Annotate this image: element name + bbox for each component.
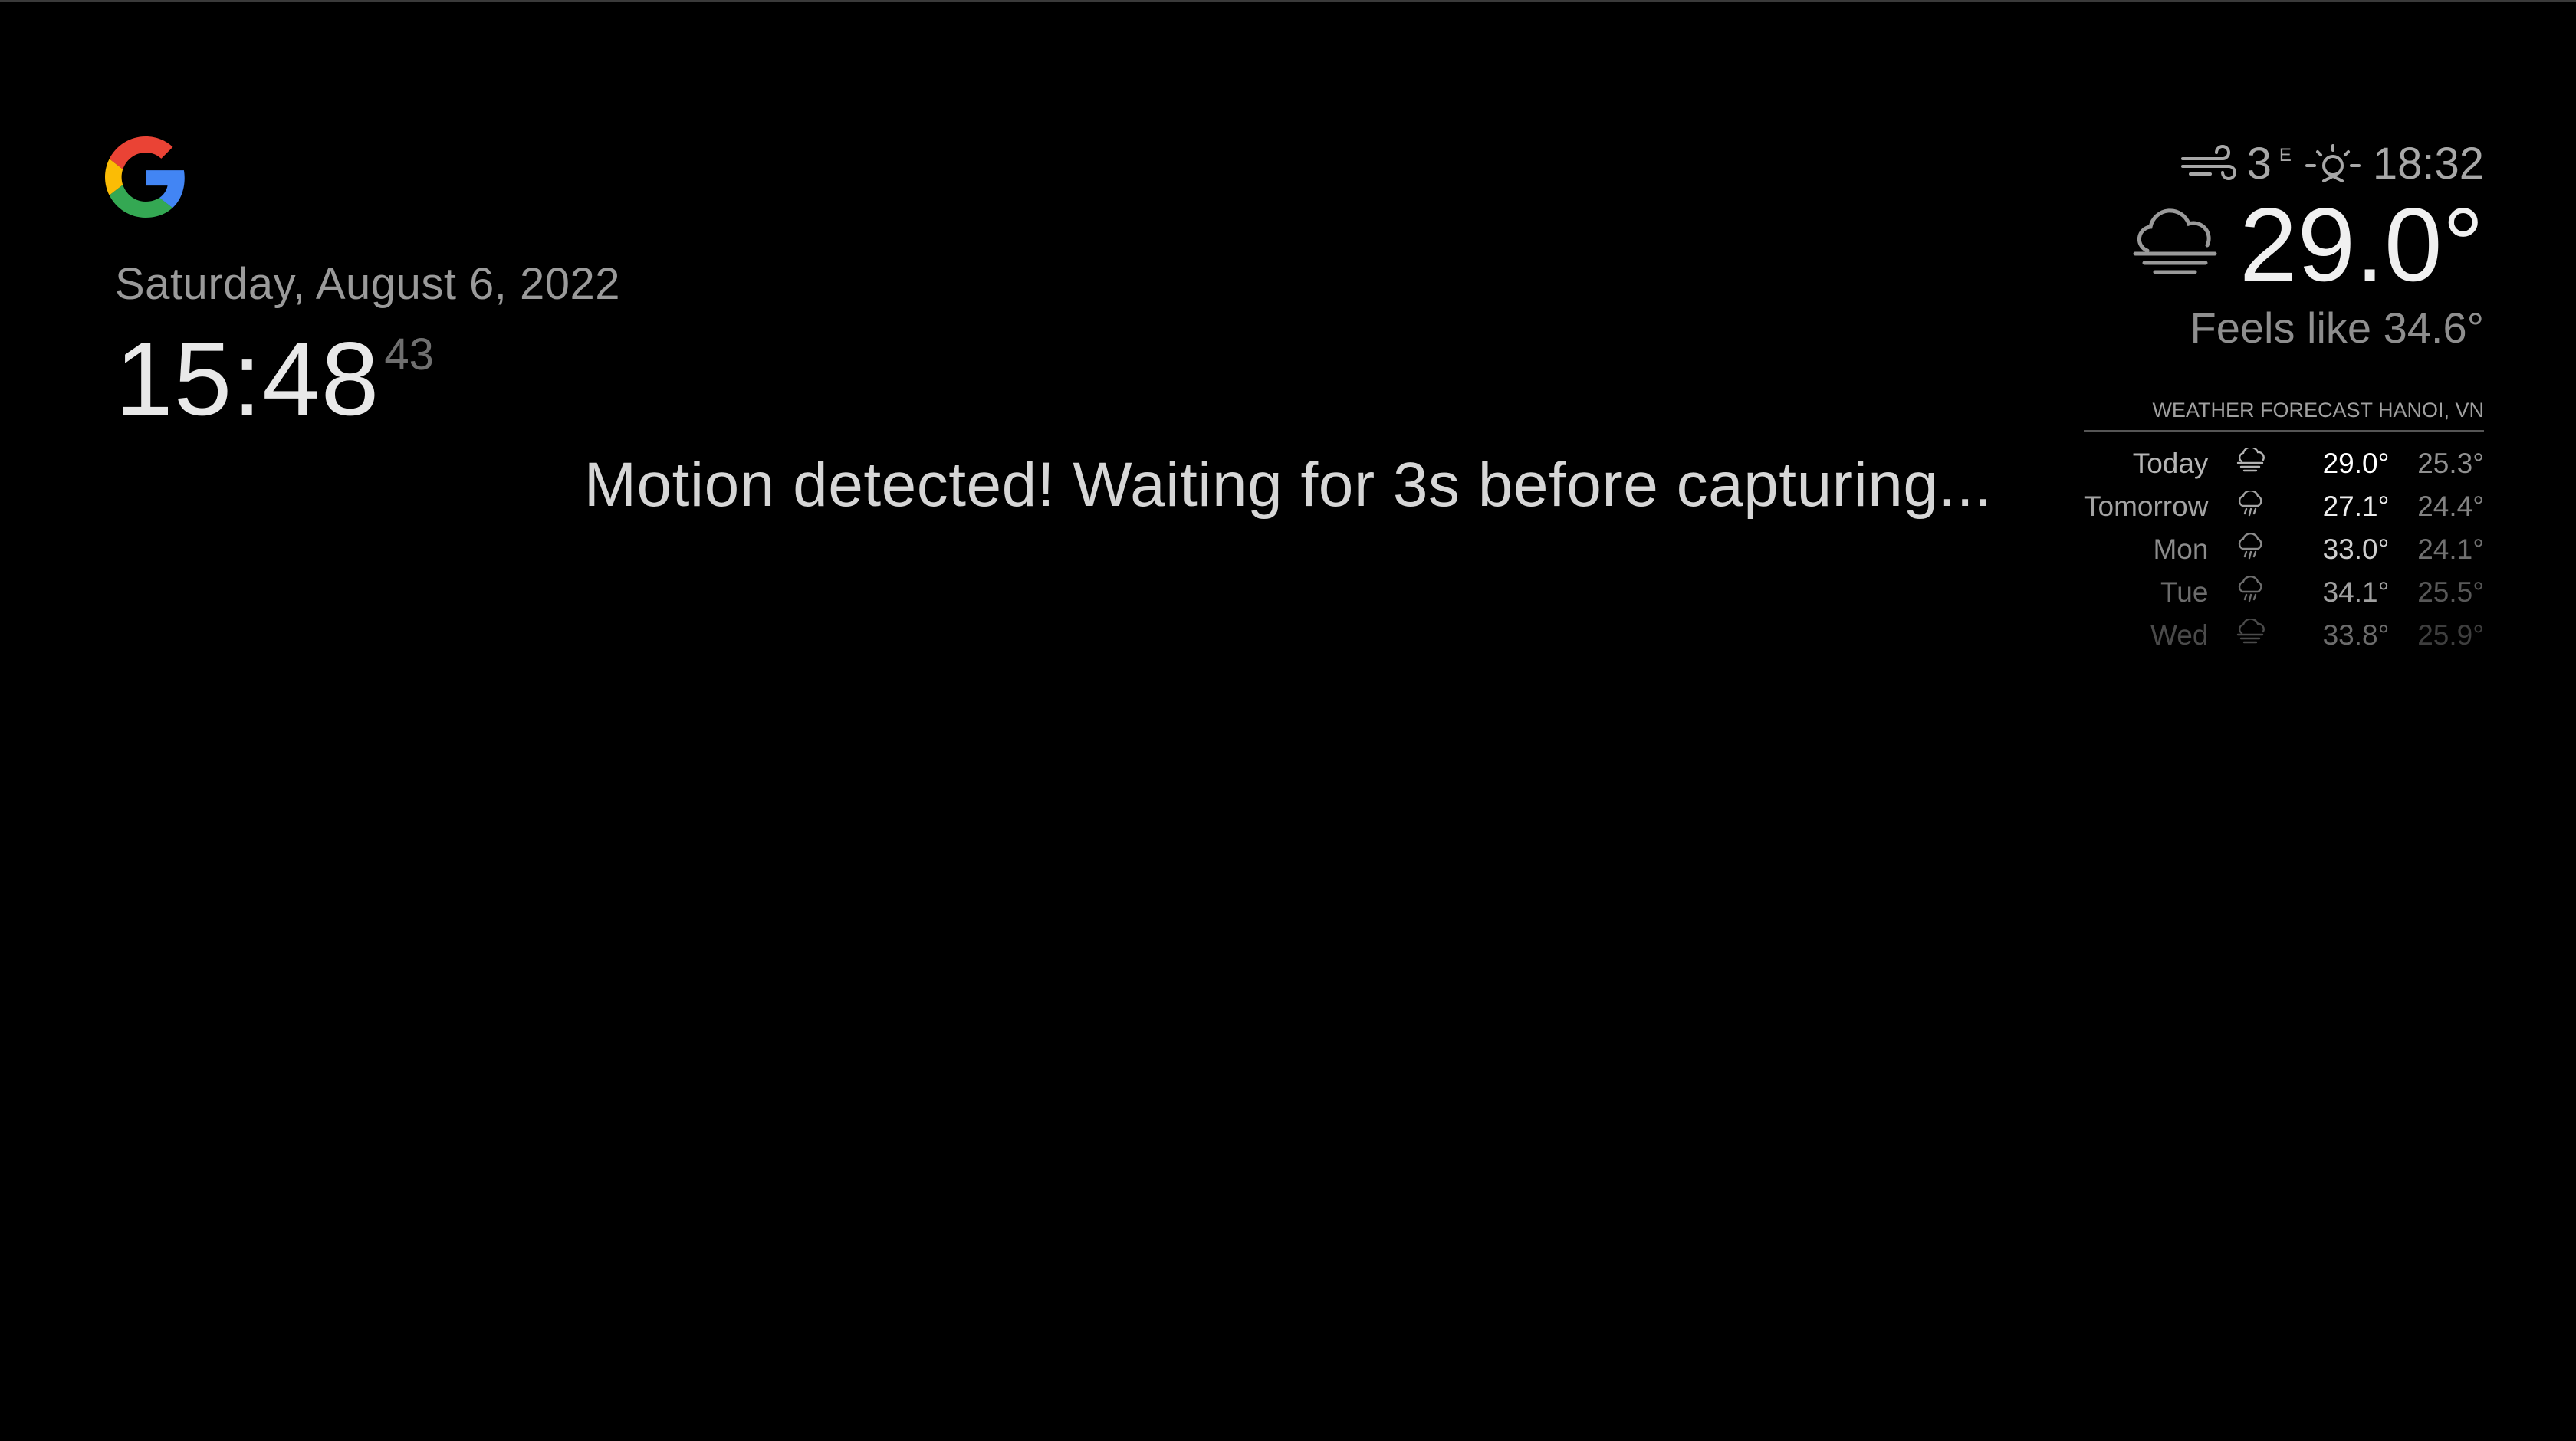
forecast-row: Today 29.0° 25.3° (2084, 442, 2484, 485)
wind-speed: 3 (2246, 139, 2272, 189)
rain-icon (2208, 485, 2292, 528)
forecast-row: Wed 33.8° 25.9° (2084, 614, 2484, 657)
forecast-min-temp: 25.5° (2417, 576, 2484, 608)
forecast-day: Mon (2153, 533, 2209, 565)
feels-like-text: Feels like 34.6° (2190, 304, 2484, 352)
forecast-row: Tue 34.1° 25.5° (2084, 571, 2484, 614)
forecast-max-temp: 33.0° (2322, 533, 2390, 565)
rain-icon (2208, 528, 2292, 571)
top-border (0, 0, 2576, 2)
forecast-day: Today (2132, 448, 2209, 479)
wind-icon (2180, 144, 2241, 183)
forecast-max-temp: 27.1° (2322, 491, 2390, 522)
forecast-min-temp: 25.3° (2417, 448, 2484, 479)
forecast-row: Tomorrow 27.1° 24.4° (2084, 485, 2484, 528)
rain-icon (2208, 571, 2292, 614)
temperature-row: 29.0° (2124, 192, 2484, 297)
cloudy-fog-icon (2208, 442, 2292, 485)
forecast-day: Tomorrow (2084, 491, 2209, 522)
clock-widget: Saturday, August 6, 2022 15:48 43 (115, 259, 621, 432)
forecast-max-temp: 34.1° (2322, 576, 2390, 608)
forecast-max-temp: 29.0° (2322, 448, 2390, 479)
sunset-time: 18:32 (2372, 139, 2484, 189)
time-hours-minutes: 15:48 (115, 320, 380, 437)
forecast-min-temp: 25.9° (2417, 619, 2484, 651)
forecast-min-temp: 24.1° (2417, 533, 2484, 565)
sunset-icon (2302, 141, 2364, 187)
forecast-row: Mon 33.0° 24.1° (2084, 528, 2484, 571)
current-temperature: 29.0° (2239, 186, 2484, 303)
forecast-day: Tue (2160, 576, 2209, 608)
forecast-day: Wed (2150, 619, 2209, 651)
cloudy-fog-icon (2208, 614, 2292, 657)
weather-details-row: 3 E 18:32 (2124, 138, 2484, 189)
weather-forecast-widget: WEATHER FORECAST HANOI, VN Today 29.0° 2… (2084, 399, 2484, 657)
forecast-header: WEATHER FORECAST HANOI, VN (2084, 399, 2484, 432)
time-seconds: 43 (384, 330, 434, 379)
google-logo-icon (105, 136, 186, 218)
forecast-table: Today 29.0° 25.3° Tomorrow 27.1° 24.4° M… (2084, 442, 2484, 657)
cloudy-fog-icon (2124, 205, 2224, 285)
forecast-min-temp: 24.4° (2417, 491, 2484, 522)
current-weather-widget: 3 E 18:32 29.0° Feels like 34.6° (2124, 138, 2484, 353)
wind-direction: E (2279, 144, 2292, 166)
time-display: 15:48 43 (115, 327, 620, 431)
forecast-max-temp: 33.8° (2322, 619, 2390, 651)
date-text: Saturday, August 6, 2022 (115, 259, 621, 309)
